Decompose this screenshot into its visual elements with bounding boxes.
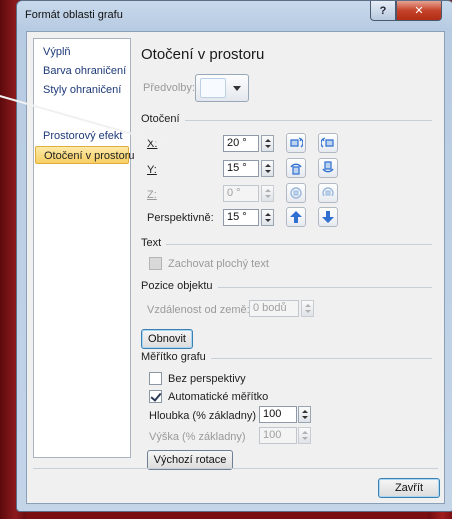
depth-input[interactable]: 100 [259, 406, 297, 423]
rotate-left-icon [290, 137, 303, 148]
z-rotation-spinner[interactable] [261, 185, 274, 202]
arrow-up-icon [290, 211, 302, 223]
perspective-spinner[interactable] [261, 209, 274, 226]
keep-flat-text-label: Zachovat plochý text [168, 258, 269, 270]
presets-dropdown[interactable] [195, 74, 249, 102]
x-rotation-input[interactable]: 20 ° [223, 135, 259, 152]
distance-label: Vzdálenost od země: [147, 304, 250, 316]
no-perspective-label: Bez perspektivy [168, 373, 246, 385]
z-label: Z: [147, 189, 157, 201]
distance-input[interactable]: 0 bodů [249, 300, 299, 317]
footer-divider [33, 468, 438, 469]
autoscale-label: Automatické měřítko [168, 391, 269, 403]
rotate-ccw-icon [290, 187, 302, 199]
rotate-clockwise-button[interactable] [318, 183, 338, 203]
text-divider [145, 244, 432, 245]
rotate-counterclockwise-button[interactable] [286, 183, 306, 203]
tilt-down-icon [322, 161, 334, 173]
close-button[interactable]: Zavřít [378, 478, 440, 498]
default-rotation-button[interactable]: Výchozí rotace [147, 450, 233, 470]
arrow-down-icon [322, 211, 334, 223]
no-perspective-checkbox[interactable] [149, 372, 162, 385]
height-label: Výška (% základny) [149, 431, 246, 443]
position-section-label: Pozice objektu [141, 280, 218, 292]
y-label: Y: [147, 164, 157, 176]
page-title: Otočení v prostoru [141, 46, 265, 63]
scale-section-label: Měřítko grafu [141, 351, 211, 363]
autoscale-checkbox[interactable] [149, 390, 162, 403]
narrow-field-button[interactable] [286, 207, 306, 227]
depth-spinner[interactable] [298, 406, 311, 423]
window-title: Formát oblasti grafu [25, 9, 123, 21]
x-rotation-spinner[interactable] [261, 135, 274, 152]
nav-item-3d-rotation[interactable]: Otočení v prostoru [35, 146, 135, 164]
title-bar[interactable]: Formát oblasti grafu ? ✕ [17, 1, 452, 29]
rotate-right-button[interactable] [318, 133, 338, 153]
nav-item-border-styles[interactable]: Styly ohraničení [35, 81, 129, 99]
rotate-left-button[interactable] [286, 133, 306, 153]
rotate-right-icon [321, 137, 334, 148]
y-rotation-input[interactable]: 15 ° [223, 160, 259, 177]
tilt-up-button[interactable] [286, 158, 306, 178]
nav-item-border-color[interactable]: Barva ohraničení [35, 62, 129, 80]
keep-flat-text-checkbox[interactable] [149, 257, 162, 270]
tilt-up-icon [290, 163, 302, 175]
distance-spinner[interactable] [301, 300, 314, 317]
widen-field-button[interactable] [318, 207, 338, 227]
depth-label: Hloubka (% základny) [149, 410, 256, 422]
height-spinner[interactable] [298, 427, 311, 444]
nav-item-fill[interactable]: Výplň [35, 43, 129, 61]
presets-label: Předvolby: [143, 82, 195, 94]
rotation-divider [145, 120, 432, 121]
category-list: Výplň Barva ohraničení Styly ohraničení … [33, 38, 135, 458]
format-chart-area-dialog: Formát oblasti grafu ? ✕ Výplň Barva ohr… [16, 0, 452, 512]
perspective-label: Perspektivně: [147, 212, 214, 224]
rotate-cw-icon [322, 187, 334, 197]
settings-panel: Otočení v prostoru Předvolby: Otočení X:… [137, 38, 440, 470]
rotation-section-label: Otočení [141, 113, 185, 125]
help-button[interactable]: ? [370, 1, 396, 21]
tilt-down-button[interactable] [318, 158, 338, 178]
perspective-input[interactable]: 15 ° [223, 209, 259, 226]
text-section-label: Text [141, 237, 167, 249]
z-rotation-input[interactable]: 0 ° [223, 185, 259, 202]
preset-preview [200, 78, 226, 98]
height-input[interactable]: 100 [259, 427, 297, 444]
close-window-button[interactable]: ✕ [396, 1, 442, 21]
chevron-down-icon [233, 86, 241, 91]
dialog-body: Výplň Barva ohraničení Styly ohraničení … [26, 31, 445, 504]
y-rotation-spinner[interactable] [261, 160, 274, 177]
reset-button[interactable]: Obnovit [141, 329, 193, 349]
